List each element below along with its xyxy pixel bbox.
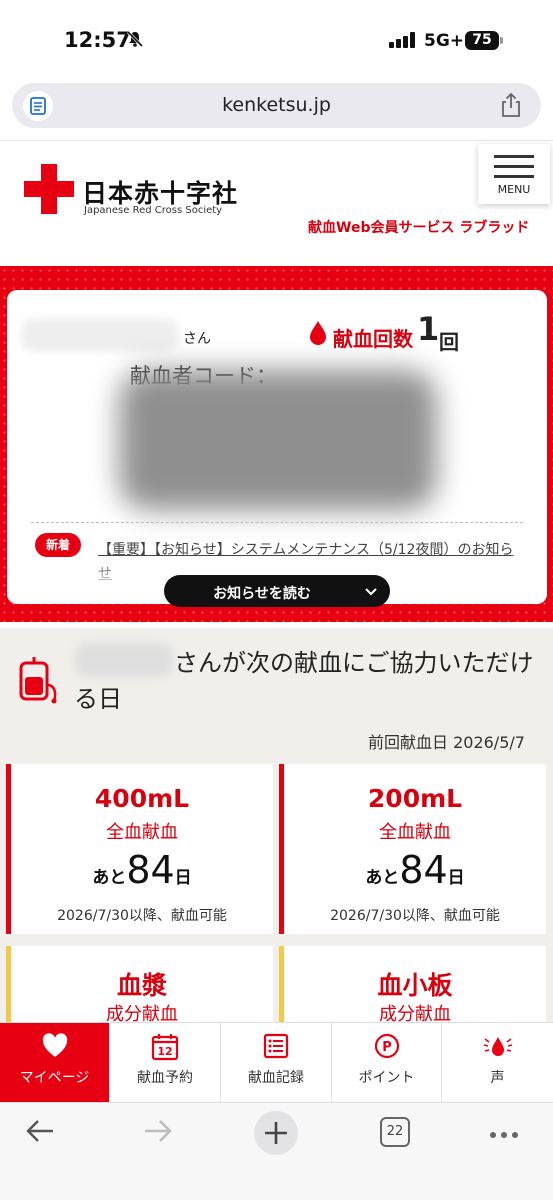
logo-text-en[interactable]: Japanese Red Cross Society <box>84 205 222 216</box>
read-news-button[interactable]: お知らせを読む <box>164 575 390 607</box>
card-days: あと84日 <box>365 848 465 892</box>
browser-toolbar: 22 <box>0 1102 553 1200</box>
donation-count-unit: 回 <box>439 330 459 354</box>
card-platelet[interactable]: 血小板 成分献血 <box>279 946 546 1025</box>
member-area: さん 献血回数 1 回 献血者コード： 新着 【重要】【お知らせ】システムメンテ… <box>0 266 553 622</box>
list-icon <box>221 1033 331 1063</box>
blood-drop-icon <box>307 320 329 350</box>
blood-bag-icon <box>18 655 62 709</box>
chevron-down-icon <box>364 585 378 601</box>
more-icon[interactable] <box>488 1125 520 1144</box>
back-arrow-icon[interactable] <box>24 1117 56 1149</box>
tab-switcher-button[interactable]: 22 <box>380 1117 410 1147</box>
new-tab-button[interactable] <box>254 1111 298 1155</box>
next-donation-title: さんが次の献血にご協力いただける日 <box>74 649 534 713</box>
card-400ml[interactable]: 400mL 全血献血 あと84日 2026/7/30以降、献血可能 <box>6 764 273 934</box>
tab-reservation[interactable]: 12 献血予約 <box>110 1023 221 1103</box>
svg-text:12: 12 <box>157 1045 172 1058</box>
tab-points[interactable]: P ポイント <box>332 1023 442 1103</box>
heart-icon <box>0 1033 109 1063</box>
card-available-date: 2026/7/30以降、献血可能 <box>57 908 227 924</box>
card-days: あと84日 <box>92 848 192 892</box>
url-text: kenketsu.jp <box>222 94 331 116</box>
red-cross-logo-icon[interactable] <box>24 164 74 214</box>
service-name[interactable]: 献血Web会員サービス ラブラッド <box>308 217 529 237</box>
card-volume: 血小板 <box>377 971 453 1000</box>
tab-label: 献血予約 <box>137 1070 193 1086</box>
tab-label: 献血記録 <box>248 1070 304 1086</box>
plus-icon <box>265 1122 287 1144</box>
news-badge: 新着 <box>35 533 81 557</box>
card-volume: 400mL <box>94 784 190 813</box>
battery-tip <box>500 37 503 44</box>
calendar-icon: 12 <box>110 1033 220 1063</box>
card-volume: 血漿 <box>116 971 167 1000</box>
bell-muted-icon <box>126 30 144 53</box>
blood-drop-icon <box>442 1033 553 1063</box>
address-bar[interactable]: kenketsu.jp <box>12 83 541 128</box>
bottom-tab-bar: マイページ 12 献血予約 献血記録 P ポイント 声 <box>0 1022 553 1103</box>
site-header: 日本赤十字社 Japanese Red Cross Society MENU 献… <box>0 140 553 266</box>
tab-label: ポイント <box>358 1070 415 1086</box>
svg-text:P: P <box>382 1040 392 1055</box>
card-plasma[interactable]: 血漿 成分献血 <box>6 946 273 1025</box>
share-icon[interactable] <box>499 92 523 122</box>
card-kind: 全血献血 <box>379 822 451 843</box>
tab-records[interactable]: 献血記録 <box>221 1023 332 1103</box>
point-icon: P <box>332 1033 441 1063</box>
donation-count: 1 <box>417 310 440 348</box>
status-bar: 12:57 5G+ 75 <box>0 0 553 80</box>
blurred-member-name <box>20 318 180 352</box>
blurred-donor-code <box>119 370 437 510</box>
card-200ml[interactable]: 200mL 全血献血 あと84日 2026/7/30以降、献血可能 <box>279 764 546 934</box>
last-donation-date: 前回献血日 2026/5/7 <box>368 733 525 752</box>
next-donation-section: さんが次の献血にご協力いただける日 前回献血日 2026/5/7 400mL 全… <box>0 628 553 1025</box>
forward-arrow-icon[interactable] <box>142 1117 174 1149</box>
card-available-date: 2026/7/30以降、献血可能 <box>330 908 500 924</box>
signal-icon <box>389 32 419 48</box>
card-kind: 全血献血 <box>106 822 178 843</box>
divider <box>31 522 523 523</box>
tab-voice[interactable]: 声 <box>442 1023 553 1103</box>
network-type: 5G+ <box>424 31 465 51</box>
tab-label: マイページ <box>19 1070 90 1086</box>
tab-label: 声 <box>490 1070 505 1086</box>
card-volume: 200mL <box>367 784 463 813</box>
read-news-label: お知らせを読む <box>213 586 311 602</box>
donation-count-label: 献血回数 <box>333 327 413 351</box>
status-time: 12:57 <box>64 28 131 52</box>
tab-mypage[interactable]: マイページ <box>0 1023 110 1103</box>
menu-label: MENU <box>497 183 531 196</box>
battery-icon: 75 <box>465 31 499 50</box>
menu-button[interactable]: MENU <box>478 144 550 204</box>
honorific: さん <box>183 331 211 347</box>
member-card: さん 献血回数 1 回 献血者コード： 新着 【重要】【お知らせ】システムメンテ… <box>7 290 547 607</box>
